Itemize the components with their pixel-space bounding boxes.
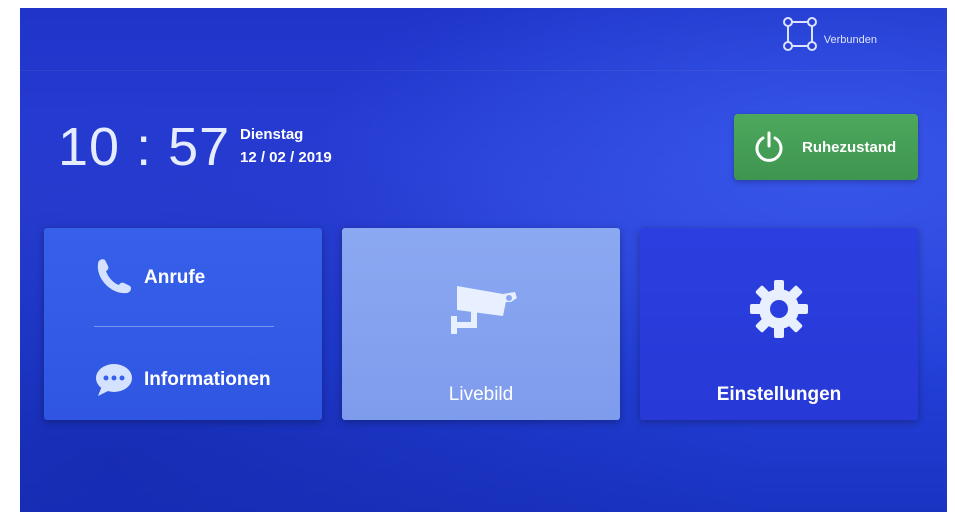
standby-button[interactable]: Ruhezustand xyxy=(734,114,918,180)
header-divider xyxy=(20,70,947,71)
gear-icon xyxy=(750,280,808,338)
live-view-label: Livebild xyxy=(448,384,514,405)
info-button[interactable]: Informationen xyxy=(88,354,271,406)
tile-calls-info: Anrufe Informationen xyxy=(44,228,322,420)
date-block: Dienstag 12 / 02 / 2019 xyxy=(240,126,332,166)
standby-label: Ruhezustand xyxy=(802,138,897,156)
network-connected-icon xyxy=(782,17,817,51)
settings-label: Einstellungen xyxy=(716,384,842,405)
intercom-screen: Verbunden 10 : 57 Dienstag 12 / 02 / 201… xyxy=(20,8,947,512)
live-view-button[interactable]: Livebild xyxy=(342,228,620,420)
weekday: Dienstag xyxy=(240,126,304,143)
chat-bubble-icon xyxy=(96,364,132,396)
connection-status-label: Verbunden xyxy=(823,34,877,46)
calls-button[interactable]: Anrufe xyxy=(88,252,205,304)
power-icon xyxy=(755,131,783,162)
info-label: Informationen xyxy=(144,369,271,390)
settings-button[interactable]: Einstellungen xyxy=(640,228,918,420)
tile-divider xyxy=(94,326,274,327)
calls-label: Anrufe xyxy=(144,267,206,288)
connection-status: Verbunden xyxy=(782,16,877,52)
security-camera-icon xyxy=(451,286,517,334)
phone-icon xyxy=(97,259,131,294)
date: 12 / 02 / 2019 xyxy=(240,149,332,166)
clock-time: 10 : 57 xyxy=(58,117,231,177)
